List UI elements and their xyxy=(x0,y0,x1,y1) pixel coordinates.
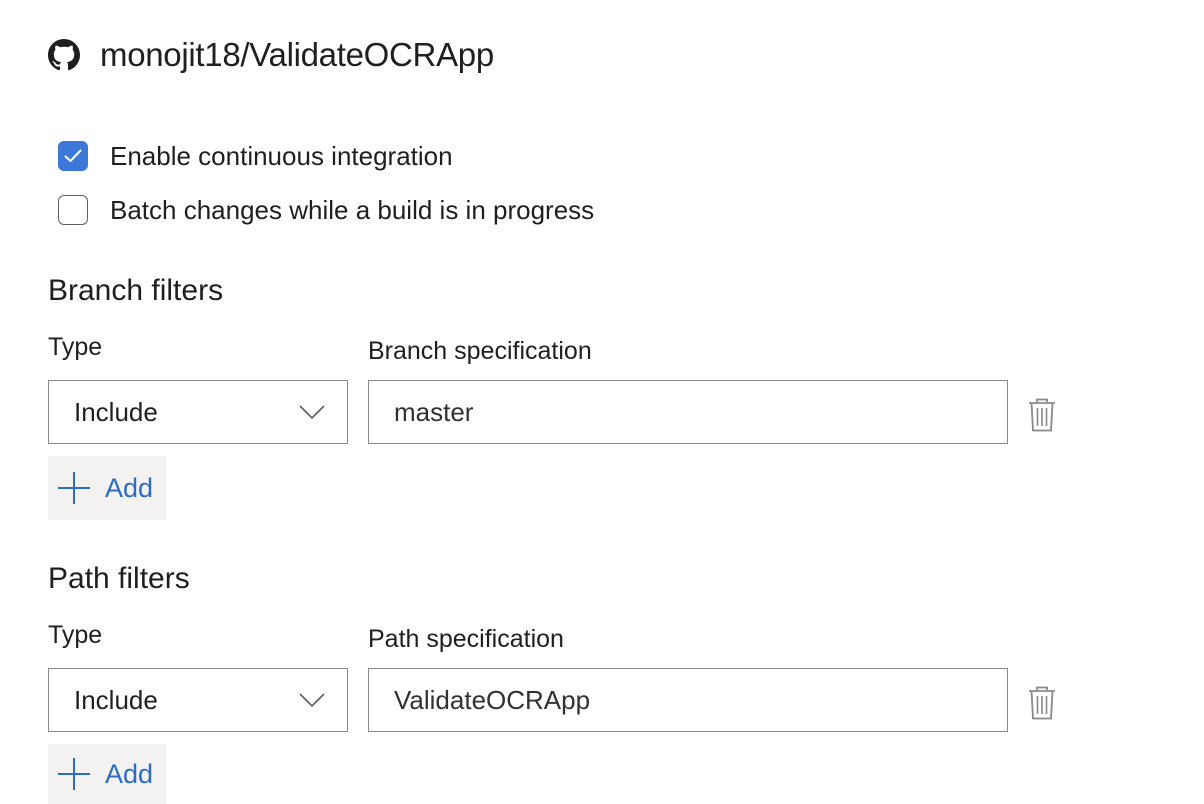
plus-icon xyxy=(58,758,90,790)
plus-icon xyxy=(58,472,90,504)
branch-type-value: Include xyxy=(74,396,158,427)
add-path-filter-label: Add xyxy=(105,758,154,789)
path-type-label: Type xyxy=(48,621,103,649)
add-branch-filter-button[interactable]: Add xyxy=(48,456,166,520)
branch-type-dropdown[interactable]: Include xyxy=(48,380,348,444)
path-spec-label: Path specification xyxy=(368,625,564,653)
branch-spec-label: Branch specification xyxy=(368,337,592,365)
path-spec-input[interactable] xyxy=(368,668,1008,732)
chevron-down-icon xyxy=(299,693,325,707)
enable-ci-checkbox-row[interactable]: Enable continuous integration xyxy=(58,140,453,172)
delete-branch-filter-trash-icon[interactable] xyxy=(1028,398,1056,432)
batch-changes-checkbox-row[interactable]: Batch changes while a build is in progre… xyxy=(58,194,594,226)
add-branch-filter-label: Add xyxy=(105,472,154,503)
path-type-value: Include xyxy=(74,684,158,715)
enable-ci-checkbox[interactable] xyxy=(58,141,88,171)
github-icon xyxy=(48,39,80,71)
batch-changes-label: Batch changes while a build is in progre… xyxy=(110,195,595,225)
ci-trigger-settings: monojit18/ValidateOCRApp Enable continuo… xyxy=(0,0,1204,804)
path-filters-title: Path filters xyxy=(48,562,190,595)
enable-ci-label: Enable continuous integration xyxy=(110,141,453,171)
branch-type-label: Type xyxy=(48,333,103,361)
branch-filters-title: Branch filters xyxy=(48,274,224,307)
path-type-dropdown[interactable]: Include xyxy=(48,668,348,732)
repository-header: monojit18/ValidateOCRApp xyxy=(48,32,494,78)
chevron-down-icon xyxy=(299,405,325,419)
repository-name: monojit18/ValidateOCRApp xyxy=(100,36,494,73)
branch-spec-input[interactable] xyxy=(368,380,1008,444)
delete-path-filter-trash-icon[interactable] xyxy=(1028,686,1056,720)
batch-changes-checkbox[interactable] xyxy=(58,195,88,225)
add-path-filter-button[interactable]: Add xyxy=(48,744,166,804)
checkmark-icon xyxy=(64,149,82,162)
